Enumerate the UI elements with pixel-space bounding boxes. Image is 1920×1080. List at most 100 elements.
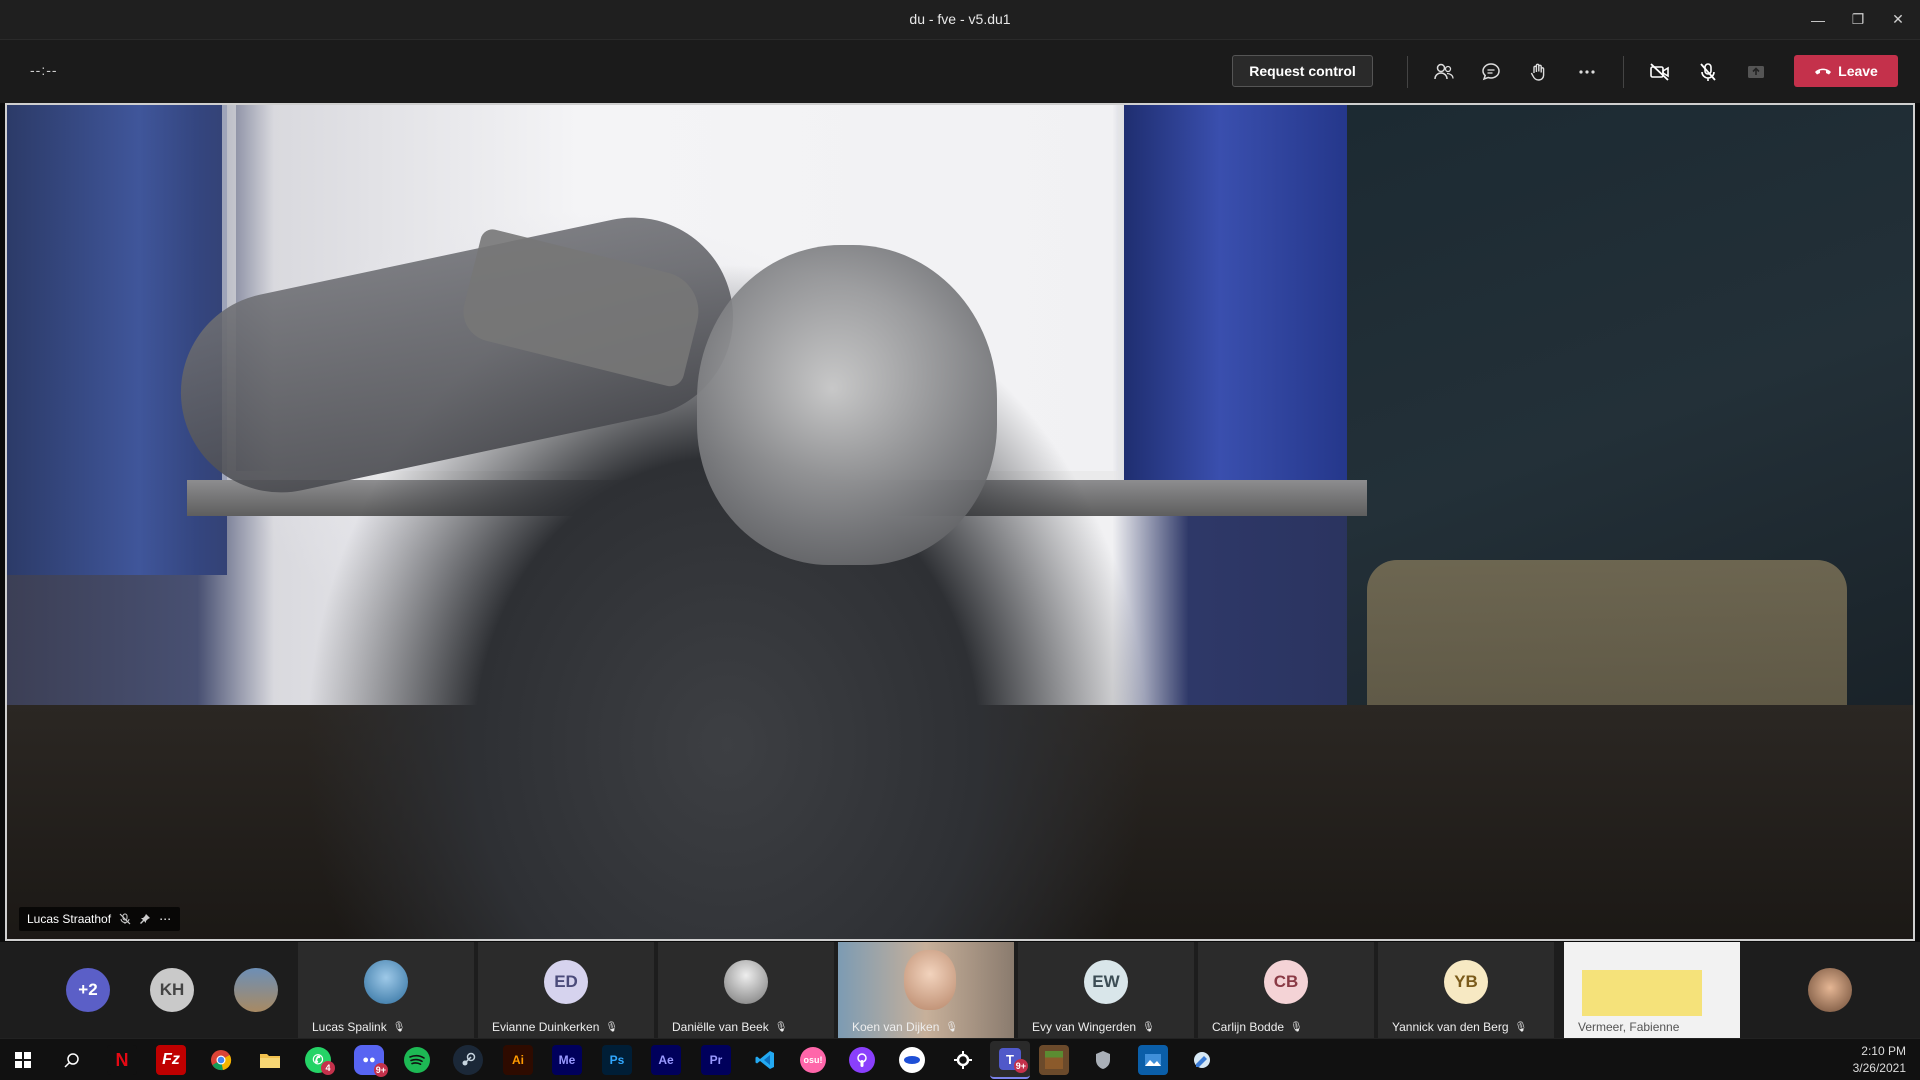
steam-icon[interactable] <box>453 1045 483 1075</box>
leave-button[interactable]: Leave <box>1794 55 1898 87</box>
overflow-count: +2 <box>78 980 98 999</box>
mic-off-icon <box>119 913 131 925</box>
participant-name-row: Evianne Duinkerken 🎙︎ <box>492 1020 618 1034</box>
participant-strip: +2 KH Lucas Spalink 🎙︎ ED Evianne Duinker… <box>0 942 1920 1038</box>
participant-tile[interactable]: YB Yannick van den Berg 🎙︎ <box>1378 942 1554 1038</box>
participant-tile[interactable]: EW Evy van Wingerden 🎙︎ <box>1018 942 1194 1038</box>
vscode-icon[interactable] <box>750 1045 780 1075</box>
restore-icon[interactable]: ❐ <box>1838 0 1878 39</box>
participant-name: Daniëlle van Beek <box>672 1020 769 1034</box>
request-control-button[interactable]: Request control <box>1232 55 1373 87</box>
teams-icon[interactable]: T 9+ <box>990 1041 1030 1079</box>
participant-name: Carlijn Bodde <box>1212 1020 1285 1034</box>
overflow-participants-avatar[interactable]: +2 <box>66 968 110 1012</box>
participant-screen-tile[interactable]: Vermeer, Fabienne <box>1564 942 1740 1038</box>
participant-name-row: Lucas Spalink 🎙︎ <box>312 1020 405 1034</box>
chrome-icon[interactable] <box>206 1045 236 1075</box>
app-shield-icon[interactable] <box>1088 1045 1118 1075</box>
participant-tile[interactable]: ED Evianne Duinkerken 🎙︎ <box>478 942 654 1038</box>
mic-off-icon: 🎙︎ <box>774 1021 788 1033</box>
notification-badge: 4 <box>321 1061 335 1075</box>
mic-off-icon: 🎙︎ <box>605 1021 619 1033</box>
app-misc-icon[interactable] <box>1187 1045 1217 1075</box>
participant-tile[interactable]: Daniëlle van Beek 🎙︎ <box>658 942 834 1038</box>
avatar: YB <box>1444 960 1488 1004</box>
toolbar-divider <box>1407 56 1408 88</box>
share-screen-icon[interactable] <box>1740 56 1772 88</box>
app-globe-icon[interactable] <box>899 1047 925 1073</box>
notification-badge: 9+ <box>1013 1059 1028 1073</box>
avatar: ED <box>544 960 588 1004</box>
whatsapp-icon[interactable]: ✆ 4 <box>305 1047 335 1075</box>
avatar-initials: YB <box>1454 972 1478 991</box>
participant-name: Yannick van den Berg <box>1392 1020 1509 1034</box>
windows-start-icon[interactable] <box>8 1045 38 1075</box>
podcast-icon[interactable] <box>849 1047 875 1073</box>
illustrator-icon[interactable]: Ai <box>503 1045 533 1075</box>
system-clock[interactable]: 2:10 PM 3/26/2021 <box>1853 1043 1906 1077</box>
video-content <box>904 950 956 1010</box>
avatar-initials: EW <box>1092 972 1120 991</box>
premiere-icon[interactable]: Pr <box>701 1045 731 1075</box>
meeting-timer: --:-- <box>30 62 58 78</box>
more-options-icon[interactable] <box>1571 56 1603 88</box>
photos-icon[interactable] <box>1138 1045 1168 1075</box>
photoshop-icon[interactable]: Ps <box>602 1045 632 1075</box>
minimize-icon[interactable]: — <box>1798 0 1838 39</box>
participant-tile[interactable]: Lucas Spalink 🎙︎ <box>298 942 474 1038</box>
avatar-initials: KH <box>159 980 185 999</box>
main-video[interactable]: Lucas Straathof ⋯ <box>5 103 1915 941</box>
meeting-toolbar: --:-- Request control Leave <box>0 39 1920 103</box>
notification-badge: 9+ <box>373 1063 388 1077</box>
participant-name: Evianne Duinkerken <box>492 1020 600 1034</box>
netflix-icon[interactable]: N <box>107 1045 137 1075</box>
leave-label: Leave <box>1838 63 1878 79</box>
osu-icon[interactable]: osu! <box>800 1047 826 1073</box>
after-effects-icon[interactable]: Ae <box>651 1045 681 1075</box>
more-options-icon[interactable]: ⋯ <box>159 912 172 926</box>
file-explorer-icon[interactable] <box>255 1045 285 1075</box>
self-view-avatar[interactable] <box>1808 968 1852 1012</box>
mic-off-icon: 🎙︎ <box>1142 1021 1155 1033</box>
participant-name-row: Carlijn Bodde 🎙︎ <box>1212 1020 1303 1034</box>
avatar-initials: CB <box>1273 972 1299 991</box>
video-content <box>697 245 997 565</box>
mic-off-icon: 🎙︎ <box>1514 1021 1528 1033</box>
app-label: Pr <box>709 1053 723 1067</box>
participant-tile[interactable]: CB Carlijn Bodde 🎙︎ <box>1198 942 1374 1038</box>
video-name-tag: Lucas Straathof ⋯ <box>19 907 181 931</box>
participant-name-row: Daniëlle van Beek 🎙︎ <box>672 1020 787 1034</box>
minecraft-icon[interactable] <box>1039 1045 1069 1075</box>
filezilla-icon[interactable]: Fz <box>156 1045 186 1075</box>
participant-name-row: Yannick van den Berg 🎙︎ <box>1392 1020 1527 1034</box>
raise-hand-icon[interactable] <box>1523 56 1555 88</box>
avatar-initials: ED <box>554 972 578 991</box>
phone-hangup-icon <box>1815 68 1832 75</box>
participant-name-row: Koen van Dijken 🎙︎ <box>852 1020 958 1034</box>
participant-video-tile[interactable]: Koen van Dijken 🎙︎ <box>838 942 1014 1038</box>
media-encoder-icon[interactable]: Me <box>552 1045 582 1075</box>
avatar: EW <box>1084 960 1128 1004</box>
spotify-icon[interactable] <box>404 1047 430 1073</box>
windows-taskbar: N Fz ✆4 ●●9+ Ai Me Ps Ae Pr osu! T 9+ <box>0 1038 1920 1080</box>
search-icon[interactable] <box>57 1045 87 1075</box>
participant-name: Vermeer, Fabienne <box>1578 1020 1680 1034</box>
steelseries-icon[interactable] <box>948 1045 978 1075</box>
participants-icon[interactable] <box>1428 56 1460 88</box>
avatar[interactable]: KH <box>150 968 194 1012</box>
close-icon[interactable]: ✕ <box>1878 0 1918 39</box>
window-title: du - fve - v5.du1 <box>909 11 1011 27</box>
app-label: Ae <box>658 1053 674 1067</box>
mic-off-icon[interactable] <box>1692 56 1724 88</box>
participant-name: Koen van Dijken <box>852 1020 940 1034</box>
chat-icon[interactable] <box>1475 56 1507 88</box>
pin-icon[interactable] <box>139 913 151 925</box>
shared-content-thumbnail <box>1582 970 1702 1016</box>
mic-off-icon: 🎙︎ <box>945 1021 959 1033</box>
discord-icon[interactable]: ●● 9+ <box>354 1045 388 1077</box>
avatar: CB <box>1264 960 1308 1004</box>
toolbar-divider <box>1623 56 1624 88</box>
participant-name: Evy van Wingerden <box>1032 1020 1137 1034</box>
camera-off-icon[interactable] <box>1644 56 1676 88</box>
avatar[interactable] <box>234 968 278 1012</box>
